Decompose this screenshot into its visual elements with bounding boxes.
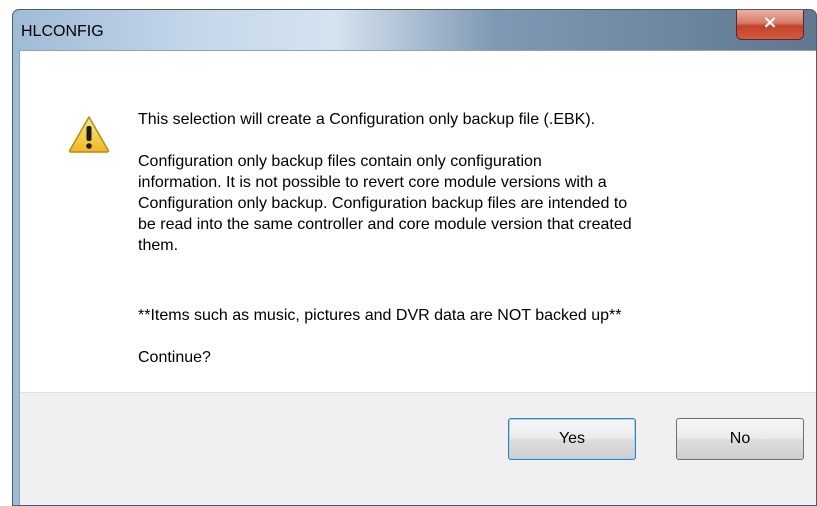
close-button[interactable]: × bbox=[736, 10, 804, 40]
close-icon: × bbox=[762, 12, 778, 33]
dialog-window: HLCONFIG × This selection will create a … bbox=[12, 9, 817, 506]
button-bar: Yes No bbox=[20, 392, 816, 505]
continue-prompt: Continue? bbox=[138, 349, 211, 366]
message-line-1: This selection will create a Configurati… bbox=[138, 111, 596, 128]
message-paragraph-2-line: information. It is not possible to rever… bbox=[138, 174, 607, 191]
message-paragraph-2-line: them. bbox=[138, 237, 179, 254]
message-line-3: **Items such as music, pictures and DVR … bbox=[138, 307, 622, 324]
no-button[interactable]: No bbox=[676, 418, 804, 460]
message-paragraph-2: Configuration only backup files contain … bbox=[138, 151, 632, 256]
window-title: HLCONFIG bbox=[21, 23, 104, 40]
yes-button[interactable]: Yes bbox=[508, 418, 636, 460]
message-paragraph-2-line: Configuration only backup files contain … bbox=[138, 153, 542, 170]
dialog-content: This selection will create a Configurati… bbox=[19, 50, 816, 505]
warning-icon bbox=[68, 116, 110, 153]
title-bar[interactable]: HLCONFIG × bbox=[13, 10, 816, 50]
message-paragraph-2-line: be read into the same controller and cor… bbox=[138, 216, 632, 233]
message-paragraph-2-line: Configuration only backup. Configuration… bbox=[138, 195, 628, 212]
